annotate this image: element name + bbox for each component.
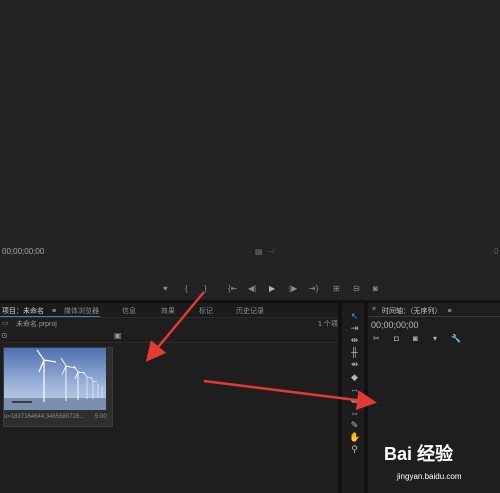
timeline-title[interactable]: 时间轴：（无序列） ≡ <box>382 306 452 316</box>
tab-info[interactable]: 信息 <box>122 306 136 316</box>
panel-menu-icon[interactable]: ≡ <box>447 308 451 315</box>
tab-project[interactable]: 项目：未命名 ≡ <box>2 306 56 316</box>
search-icon[interactable]: ⊙ <box>1 331 8 340</box>
go-to-in-button[interactable]: {⇤ <box>228 284 237 293</box>
tab-history[interactable]: 历史记录 <box>236 306 264 316</box>
add-marker-icon[interactable]: ◙ <box>413 334 418 343</box>
panel-menu-icon[interactable]: ≡ <box>52 308 56 315</box>
track-select-tool-icon[interactable]: ⇥ <box>349 323 360 334</box>
wind-turbine-thumbnail <box>4 348 106 410</box>
step-forward-button[interactable]: |▶ <box>289 284 297 293</box>
selection-tool-icon[interactable]: ↖ <box>349 311 360 322</box>
marker-icon[interactable]: ♥ <box>163 284 168 293</box>
timeline-tab-underline <box>368 316 500 317</box>
program-monitor <box>0 0 500 300</box>
new-bin-icon[interactable]: ▣ <box>114 331 122 340</box>
pen-tool-icon[interactable]: ✎ <box>349 420 360 431</box>
monitor-settings-icon[interactable]: ▤ <box>255 247 263 256</box>
wrench-icon[interactable]: 🔧 <box>451 334 461 343</box>
mark-in-button[interactable]: { <box>185 284 188 293</box>
tab-effects[interactable]: 效果 <box>161 306 175 316</box>
active-tab-indicator <box>0 316 100 317</box>
linked-selection-icon[interactable]: ◘ <box>394 334 399 343</box>
clip-duration: 5:00 <box>95 414 107 420</box>
timeline-timecode[interactable]: 00;00;00;00 <box>371 320 419 330</box>
item-count: 1 个项 <box>318 321 338 328</box>
razor-tool-icon[interactable]: ◆ <box>349 372 360 383</box>
baidu-jingyan-logo: Bai 经验 <box>384 444 454 464</box>
tab-markers[interactable]: 标记 <box>199 306 213 316</box>
clip-thumbnail[interactable] <box>4 348 106 410</box>
timeline-title-label: 时间轴：（无序列） <box>382 308 442 315</box>
insert-button[interactable]: ⊞ <box>333 284 340 293</box>
marker-icon[interactable]: ▾ <box>433 334 437 343</box>
snap-icon[interactable]: ✂ <box>373 334 380 343</box>
tab-project-label: 项目：未命名 <box>2 308 44 315</box>
project-file-name: 未命名.prproj <box>16 321 57 328</box>
clip-name: u=1837164644,3465680728... <box>4 414 85 420</box>
folder-icon: ▭ <box>2 320 9 327</box>
rate-stretch-tool-icon[interactable]: ⇴ <box>349 359 360 370</box>
camera-icon[interactable]: ◙ <box>373 284 378 293</box>
overwrite-button[interactable]: ⊟ <box>353 284 360 293</box>
hand-tool-icon[interactable]: ✋ <box>349 432 360 443</box>
watermark-url: jingyan.baidu.com <box>397 472 462 481</box>
panel-close-icon[interactable]: × <box>372 306 376 313</box>
tab-media-browser[interactable]: 媒体浏览器 <box>64 306 99 316</box>
go-to-out-button[interactable]: ⇥} <box>309 284 318 293</box>
monitor-right-edge: 0 <box>494 247 499 256</box>
slide-tool-icon[interactable]: ⇼ <box>349 396 360 407</box>
zoom-tool-icon[interactable]: ⚲ <box>349 444 360 455</box>
rolling-edit-tool-icon[interactable]: ╫ <box>349 347 360 358</box>
play-button[interactable]: ▶ <box>269 284 275 293</box>
project-search-row: ⊙ ▣ <box>0 330 338 343</box>
ripple-edit-tool-icon[interactable]: ⇹ <box>349 335 360 346</box>
slide-tool-icon[interactable]: ⇔ <box>349 408 360 419</box>
step-back-button[interactable]: ◀| <box>248 284 256 293</box>
slip-tool-icon[interactable]: ↔ <box>349 384 360 395</box>
monitor-timecode[interactable]: 00;00;00;00 <box>2 247 44 256</box>
project-path-row: ▭ 未命名.prproj 1 个项 <box>0 318 338 329</box>
monitor-zoom-icon[interactable]: ⊣ <box>267 247 274 256</box>
mark-out-button[interactable]: } <box>204 284 207 293</box>
